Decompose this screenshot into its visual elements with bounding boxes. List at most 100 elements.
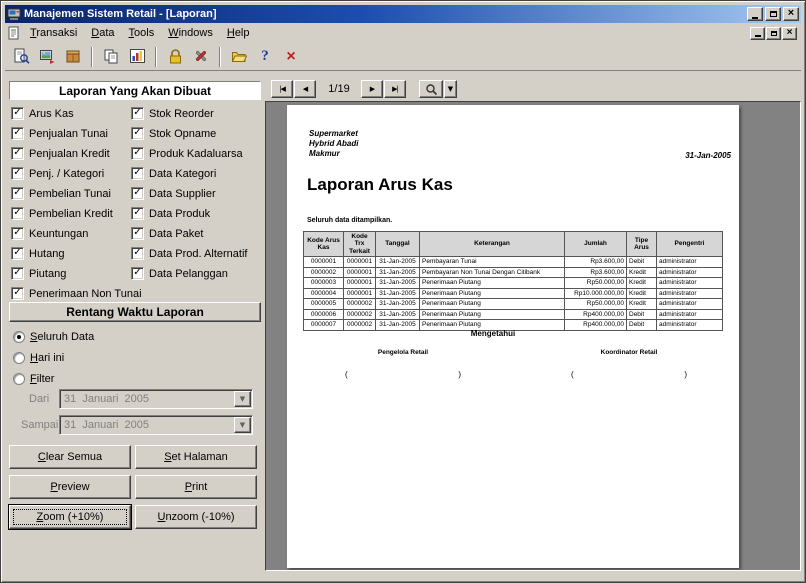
checkbox-pembelian-tunai[interactable]: ✓Pembelian Tunai	[11, 186, 111, 201]
checkbox-label: Penjualan Tunai	[29, 128, 108, 140]
app-icon	[7, 7, 21, 21]
title-bar[interactable]: Manajemen Sistem Retail - [Laporan] ×	[5, 5, 801, 23]
clear-semua-button[interactable]: Clear Semua	[9, 445, 131, 469]
radio-filter[interactable]: Filter	[13, 371, 54, 386]
cell: 0000001	[344, 278, 376, 288]
checkbox-hutang[interactable]: ✓Hutang	[11, 246, 64, 261]
checkbox-stok-reorder[interactable]: ✓Stok Reorder	[131, 106, 214, 121]
checkbox-data-prod-alternatif[interactable]: ✓Data Prod. Alternatif	[131, 246, 247, 261]
checkbox-data-produk[interactable]: ✓Data Produk	[131, 206, 210, 221]
mdi-restore-button[interactable]	[766, 27, 781, 40]
mdi-close-button[interactable]: ×	[782, 27, 797, 40]
chart-icon	[129, 48, 146, 65]
nav-last-button[interactable]: ▶|	[384, 80, 406, 98]
table-row: 0000001000000131-Jan-2005Pembayaran Tuna…	[304, 257, 723, 267]
preview-button[interactable]: Preview	[9, 475, 131, 499]
checkbox-label: Data Produk	[149, 208, 210, 220]
unzoom-button[interactable]: Unzoom (-10%)	[135, 505, 257, 529]
menu-data[interactable]: Data	[84, 24, 121, 42]
table-row: 0000006000000231-Jan-2005Penerimaan Piut…	[304, 309, 723, 319]
column-header: Jumlah	[565, 232, 627, 257]
date-to-label: Sampai	[21, 419, 58, 431]
mdi-minimize-button[interactable]	[750, 27, 765, 40]
help-button[interactable]: ?	[253, 45, 277, 69]
checkbox-arus-kas[interactable]: ✓Arus Kas	[11, 106, 74, 121]
close-button[interactable]: ×	[783, 7, 799, 21]
checkbox-produk-kadaluarsa[interactable]: ✓Produk Kadaluarsa	[131, 146, 243, 161]
nav-next-button[interactable]: ▶	[361, 80, 383, 98]
radio-seluruh-data[interactable]: Seluruh Data	[13, 329, 94, 344]
open-folder-button[interactable]	[227, 45, 251, 69]
cell: administrator	[657, 288, 723, 298]
exit-button[interactable]: ×	[279, 45, 303, 69]
company-line: Supermarket	[309, 129, 358, 139]
checkbox-data-supplier[interactable]: ✓Data Supplier	[131, 186, 216, 201]
first-page-icon: |◀	[279, 86, 285, 93]
package-button[interactable]	[61, 45, 85, 69]
tools-button[interactable]	[189, 45, 213, 69]
cell: administrator	[657, 267, 723, 277]
checkbox-penerimaan-non-tunai[interactable]: ✓Penerimaan Non Tunai	[11, 286, 142, 301]
report-date: 31-Jan-2005	[685, 151, 731, 160]
cell: Rp50.000,00	[565, 299, 627, 309]
cell: Debit	[627, 309, 657, 319]
chart-button[interactable]	[125, 45, 149, 69]
checkbox-stok-opname[interactable]: ✓Stok Opname	[131, 126, 216, 141]
company-line: Makmur	[309, 149, 358, 159]
toolbar-separator	[219, 47, 221, 67]
set-halaman-button[interactable]: Set Halaman	[135, 445, 257, 469]
date-from-label: Dari	[29, 393, 49, 405]
checkbox-piutang[interactable]: ✓Piutang	[11, 266, 66, 281]
dropdown-button[interactable]: ▼	[234, 391, 251, 407]
zoom-button[interactable]: Zoom (+10%)	[9, 505, 131, 529]
cell: 0000006	[304, 309, 344, 319]
cell: Penerimaan Piutang	[420, 309, 565, 319]
cell: administrator	[657, 278, 723, 288]
nav-prev-button[interactable]: ◀	[294, 80, 316, 98]
checkbox-pembelian-kredit[interactable]: ✓Pembelian Kredit	[11, 206, 113, 221]
toolbar-separator	[155, 47, 157, 67]
checkbox-data-pelanggan[interactable]: ✓Data Pelanggan	[131, 266, 228, 281]
checkbox-keuntungan[interactable]: ✓Keuntungan	[11, 226, 88, 241]
checkbox-penj-kategori[interactable]: ✓Penj. / Kategori	[11, 166, 104, 181]
date-from-combo[interactable]: 31 Januari 2005 ▼	[59, 389, 253, 409]
checkbox-icon: ✓	[11, 267, 24, 280]
cell: 31-Jan-2005	[376, 299, 420, 309]
preview-report-button[interactable]	[9, 45, 33, 69]
checkbox-data-paket[interactable]: ✓Data Paket	[131, 226, 203, 241]
restore-button[interactable]	[765, 7, 781, 21]
zoom-dropdown-button[interactable]: ▼	[444, 80, 457, 98]
cell: Rp3.600,00	[565, 257, 627, 267]
menu-windows[interactable]: Windows	[161, 24, 220, 42]
checkbox-label: Penj. / Kategori	[29, 168, 104, 180]
checkbox-icon: ✓	[11, 127, 24, 140]
minimize-button[interactable]	[747, 7, 763, 21]
print-button[interactable]: Print	[135, 475, 257, 499]
lock-button[interactable]	[163, 45, 187, 69]
column-header: Kode Trx Terkait	[344, 232, 376, 257]
checkbox-label: Data Pelanggan	[149, 268, 228, 280]
cell: Kredit	[627, 299, 657, 309]
export-image-button[interactable]	[35, 45, 59, 69]
radio-hari-ini[interactable]: Hari ini	[13, 350, 64, 365]
checkbox-penjualan-tunai[interactable]: ✓ Penjualan Tunai	[11, 126, 108, 141]
menu-help[interactable]: Help	[220, 24, 257, 42]
checkbox-icon: ✓	[131, 127, 144, 140]
nav-first-button[interactable]: |◀	[271, 80, 293, 98]
table-row: 0000004000000131-Jan-2005Penerimaan Piut…	[304, 288, 723, 298]
app-window: Manajemen Sistem Retail - [Laporan] × Tr…	[0, 0, 806, 583]
cell: Penerimaan Piutang	[420, 288, 565, 298]
checkbox-penjualan-kredit[interactable]: ✓Penjualan Kredit	[11, 146, 110, 161]
cell: Penerimaan Piutang	[420, 299, 565, 309]
checkbox-label: Stok Reorder	[149, 108, 214, 120]
dropdown-button[interactable]: ▼	[234, 417, 251, 433]
copy-button[interactable]	[99, 45, 123, 69]
menu-transaksi[interactable]: Transaksi	[23, 24, 84, 42]
date-to-combo[interactable]: 31 Januari 2005 ▼	[59, 415, 253, 435]
cell: administrator	[657, 309, 723, 319]
checkbox-data-kategori[interactable]: ✓Data Kategori	[131, 166, 216, 181]
cell: Kredit	[627, 278, 657, 288]
zoom-tool-button[interactable]	[419, 80, 443, 98]
ack-title: Mengetahui	[287, 329, 699, 338]
menu-tools[interactable]: Tools	[122, 24, 162, 42]
